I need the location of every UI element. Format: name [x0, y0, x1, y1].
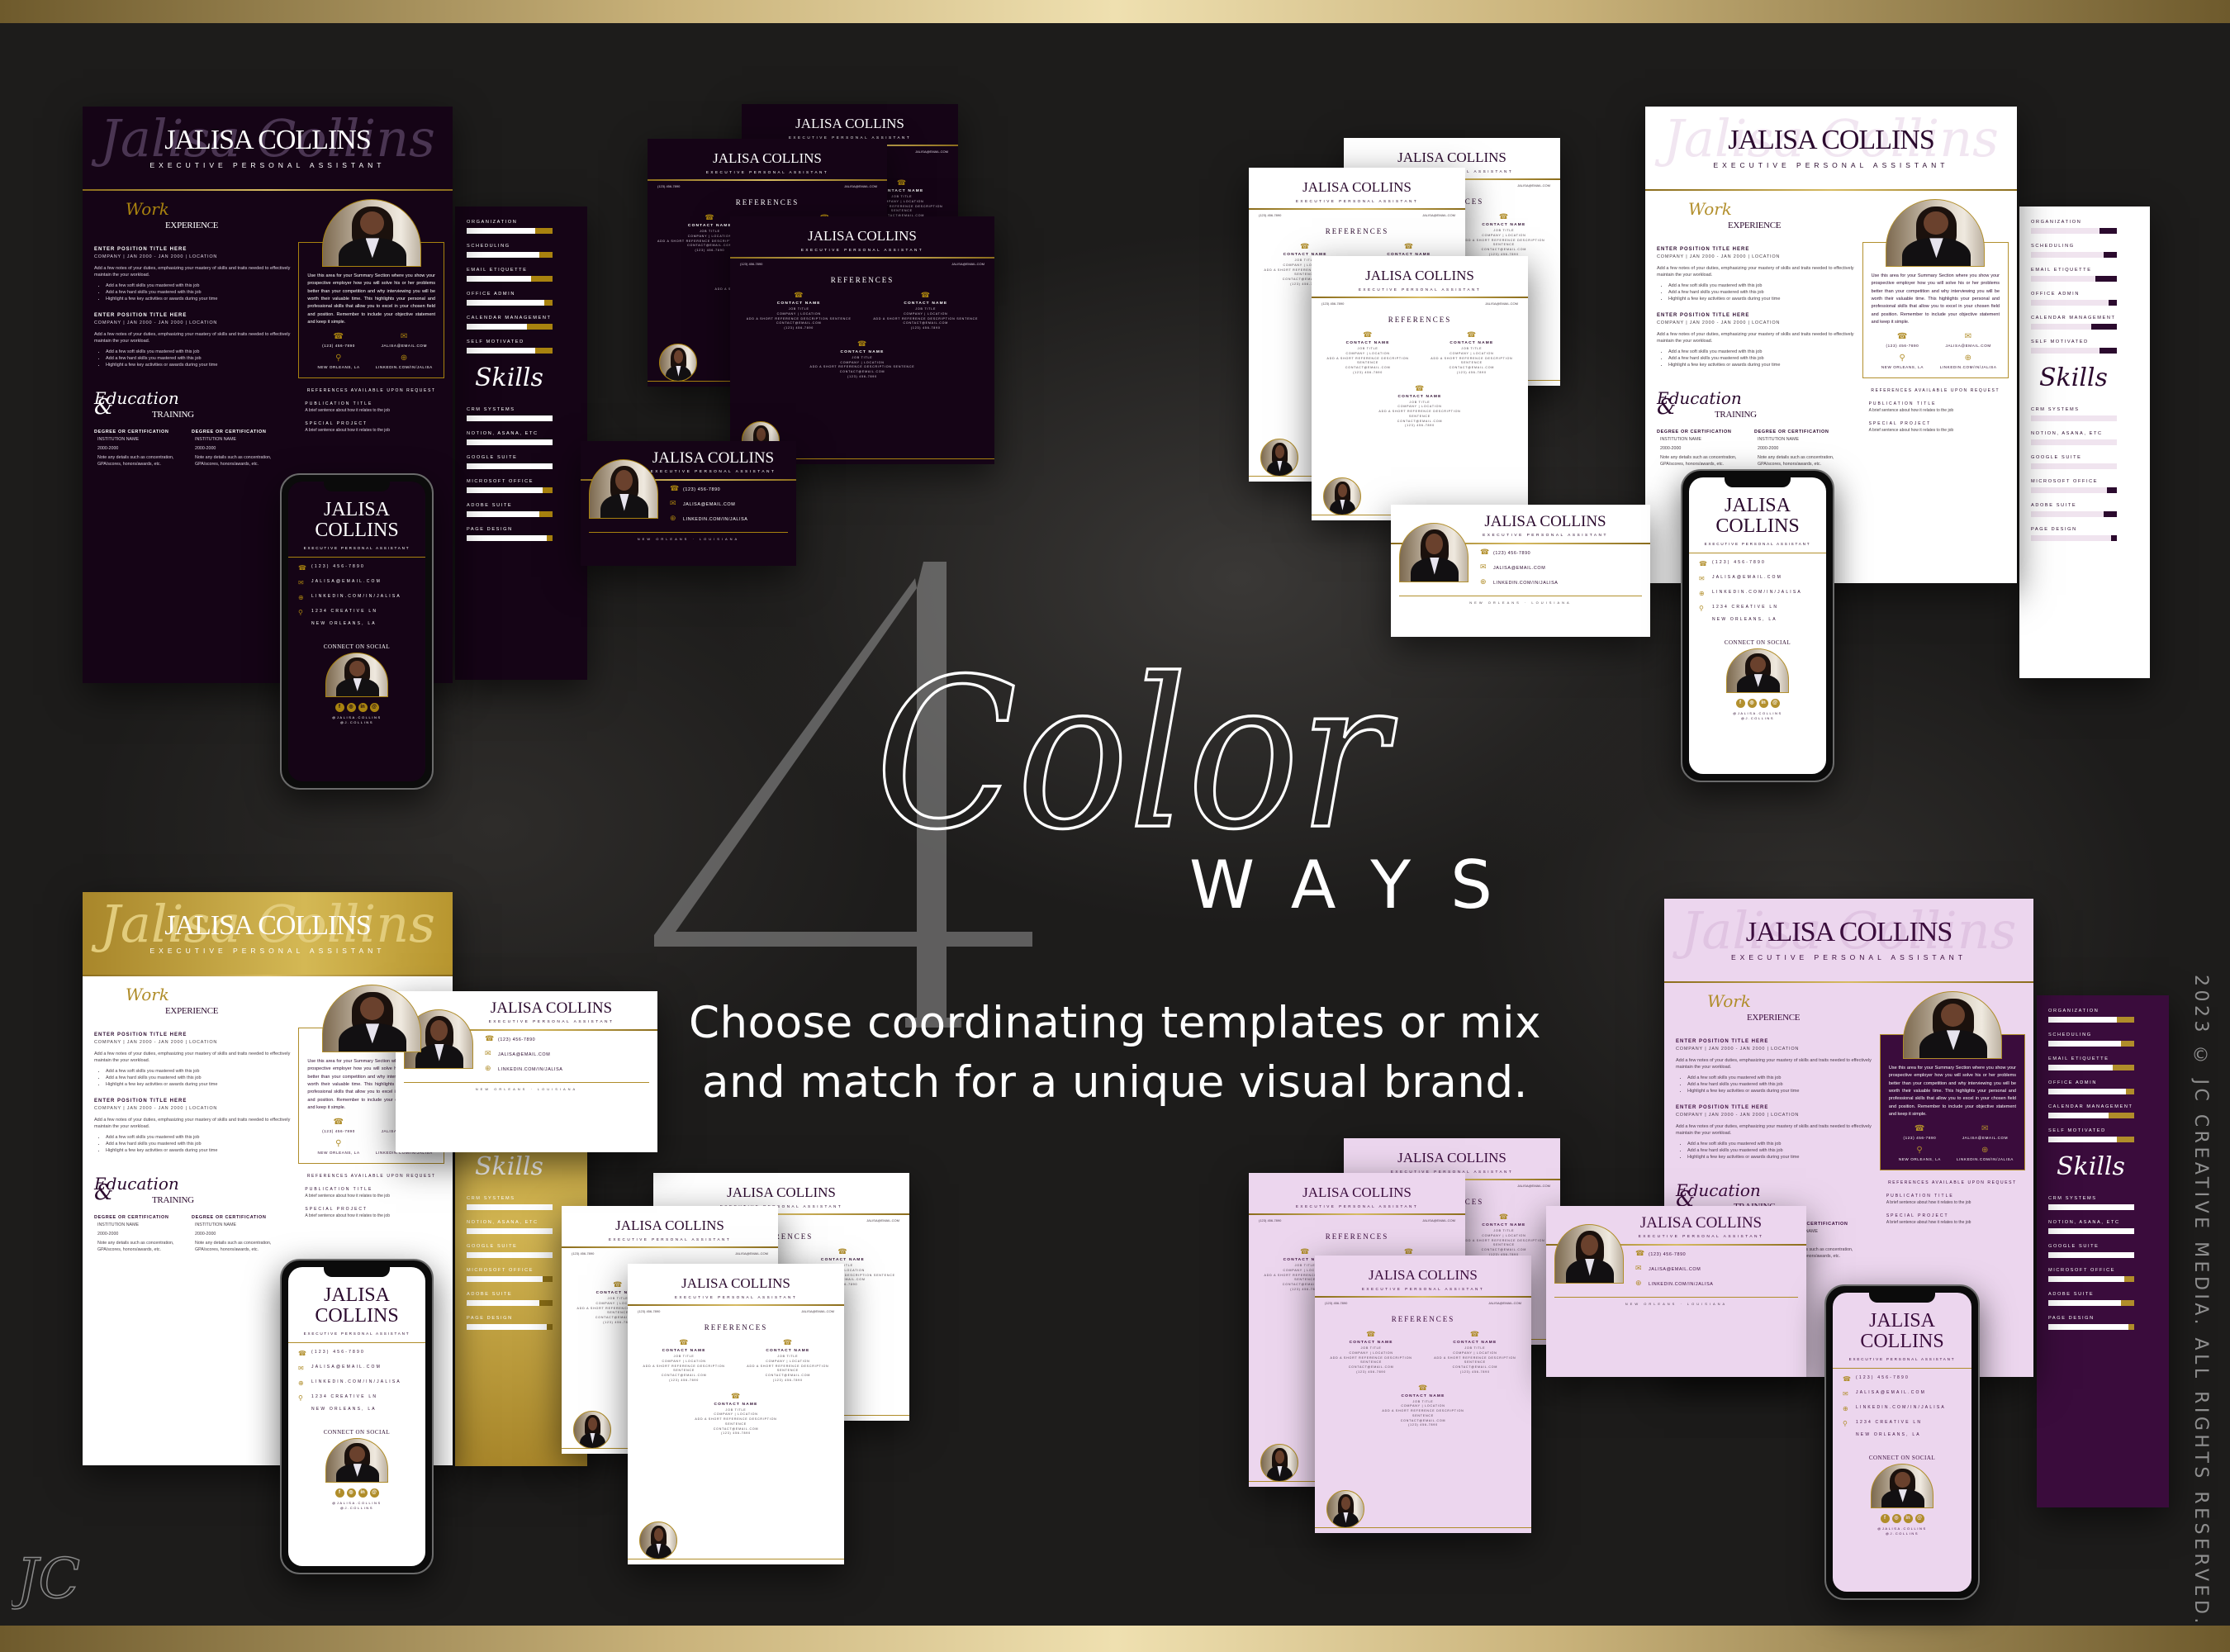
ways-heading: WAYS [1189, 847, 1532, 923]
jc-logo-text: JC [12, 1547, 80, 1611]
face [359, 996, 385, 1021]
copyright-notice: 2023 © JC CREATIVE MEDIA. ALL RIGHTS RES… [2190, 975, 2211, 1627]
jc-logo: JC [12, 1546, 81, 1612]
tagline-line-1: Choose coordinating templates or mix [689, 998, 1541, 1048]
face [359, 211, 385, 235]
tagline-line-2: and match for a unique visual brand. [701, 1057, 1528, 1108]
face [1924, 211, 1948, 235]
color-script-text: Color [875, 634, 1397, 875]
